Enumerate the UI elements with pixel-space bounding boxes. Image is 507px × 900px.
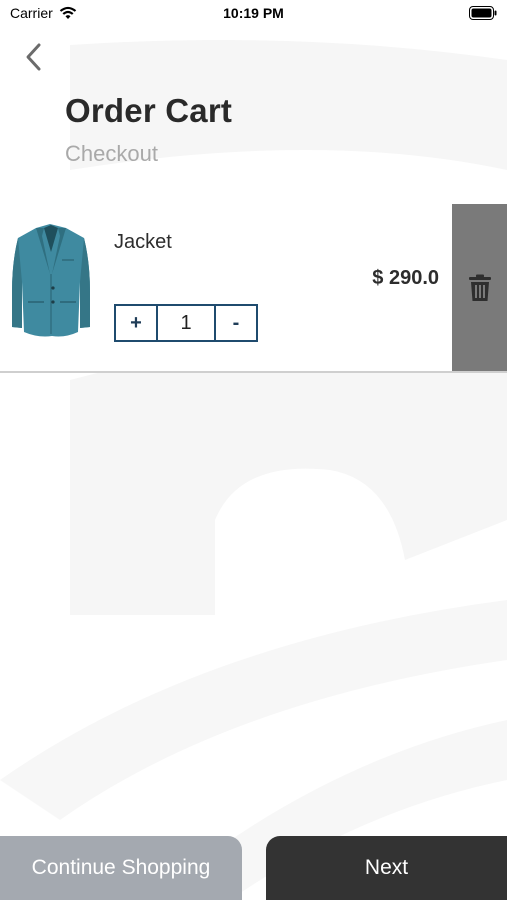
background-watermark (0, 40, 507, 900)
product-name: Jacket (114, 231, 172, 253)
status-time: 10:19 PM (223, 5, 284, 21)
jacket-image (12, 224, 90, 337)
continue-shopping-button[interactable]: Continue Shopping (0, 836, 242, 900)
cart-item: Jacket $ 290.0 + 1 - (0, 204, 507, 373)
product-price: $ 290.0 (372, 267, 439, 289)
quantity-value: 1 (156, 306, 216, 340)
trash-icon (468, 274, 491, 301)
decrement-button[interactable]: - (216, 306, 256, 340)
back-button[interactable] (18, 40, 48, 74)
delete-button[interactable] (452, 204, 507, 371)
next-button[interactable]: Next (266, 836, 507, 900)
page-title: Order Cart (65, 92, 233, 129)
chevron-left-icon (26, 43, 41, 71)
quantity-stepper: + 1 - (114, 304, 258, 342)
page-subtitle: Checkout (65, 141, 158, 166)
battery-icon (469, 6, 497, 20)
status-bar: Carrier 10:19 PM (0, 0, 507, 28)
increment-button[interactable]: + (116, 306, 156, 340)
